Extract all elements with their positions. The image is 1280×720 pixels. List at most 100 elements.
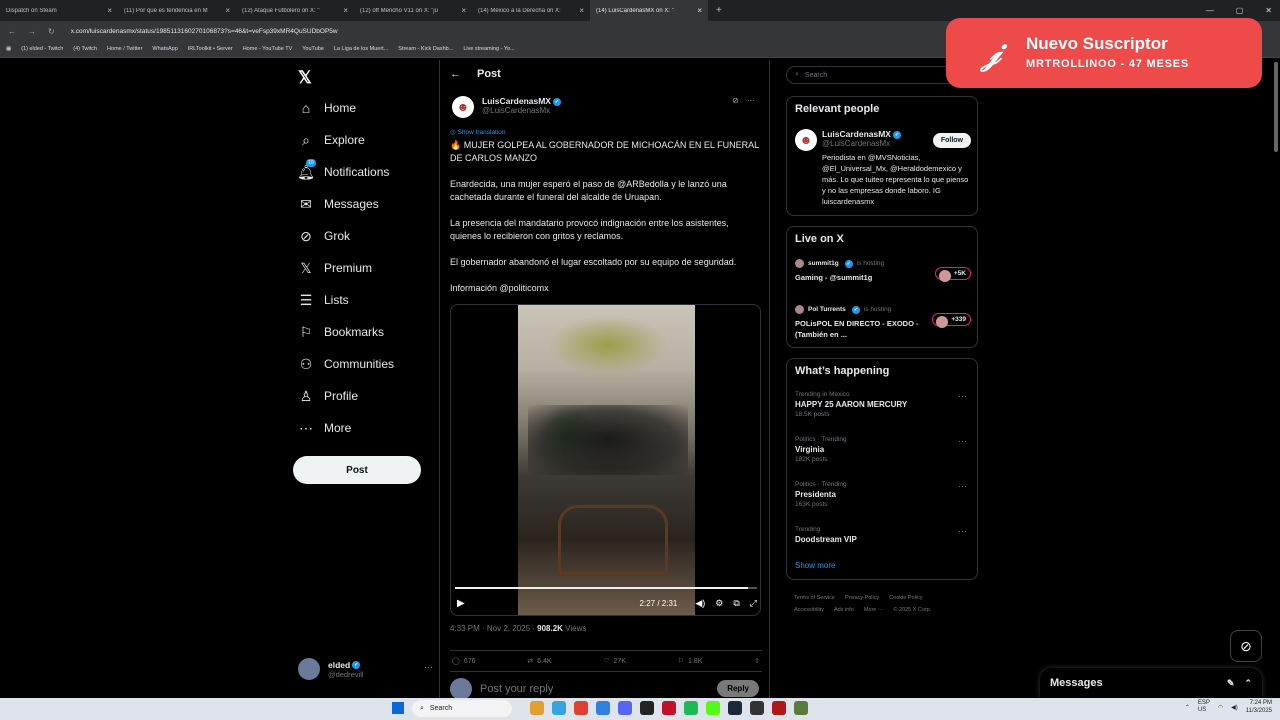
windows-start-icon[interactable]	[392, 702, 404, 714]
footer-link[interactable]: Accessibility	[794, 607, 824, 613]
reload-icon[interactable]: ↻	[48, 27, 55, 36]
bookmark[interactable]: (4) Twitch	[73, 46, 97, 52]
nav-explore[interactable]: ⌕ Explore	[298, 125, 365, 155]
settings-icon[interactable]: ⚙	[715, 598, 723, 609]
bookmark[interactable]: La Liga de los Muert...	[334, 46, 388, 52]
follow-button[interactable]: Follow	[932, 133, 971, 148]
edge-icon[interactable]	[552, 701, 566, 715]
nav-bookmarks[interactable]: ⚐ Bookmarks	[298, 317, 384, 347]
footer-link[interactable]: Ads info	[834, 607, 854, 613]
browser-tab[interactable]: (11) Por que es tendencia en M ×	[118, 0, 236, 21]
nav-more[interactable]: ⋯ More	[298, 413, 351, 443]
language-indicator[interactable]: ESP US	[1198, 700, 1210, 714]
nav-home[interactable]: ⌂ Home	[298, 93, 356, 123]
nav-grok[interactable]: ⊘ Grok	[298, 221, 350, 251]
play-icon[interactable]: ▶	[457, 598, 465, 609]
bookmark[interactable]: IRLToolkit • Server	[188, 46, 233, 52]
maximize-icon[interactable]: ▢	[1236, 6, 1244, 15]
browser-tab[interactable]: Dispatch on Steam ×	[0, 0, 118, 21]
account-switcher[interactable]: elded ✓ @dedrevill ···	[298, 658, 433, 680]
bookmark[interactable]: YouTube	[302, 46, 324, 52]
live-item[interactable]: summit1g ✓ is hosting Gaming - @summit1g +…	[795, 259, 971, 283]
wifi-icon[interactable]: ◠	[1218, 704, 1223, 711]
grok-icon[interactable]: ⊘	[1230, 630, 1262, 662]
scrollbar[interactable]	[1274, 62, 1278, 152]
app-icon[interactable]	[772, 701, 786, 715]
obs-icon[interactable]	[640, 701, 654, 715]
video-progress-bar[interactable]	[455, 587, 757, 589]
close-icon[interactable]: ×	[697, 6, 702, 15]
trend-item[interactable]: Trending in Mexico HAPPY 25 AARON MERCURY…	[795, 391, 971, 418]
x-logo-icon[interactable]: 𝕏	[298, 68, 312, 88]
browser-tab-active[interactable]: (14) LuisCardenasMX on X: " ×	[590, 0, 708, 21]
kick-icon[interactable]	[706, 701, 720, 715]
repost-action[interactable]: ⇄ 6.4K	[527, 657, 551, 666]
trend-item[interactable]: Politics · Trending Virginia 182K posts ···	[795, 436, 971, 463]
post-button[interactable]: Post	[293, 456, 421, 484]
close-icon[interactable]: ×	[343, 6, 348, 15]
app-icon[interactable]	[662, 701, 676, 715]
close-icon[interactable]: ×	[225, 6, 230, 15]
new-tab-icon[interactable]: +	[708, 5, 722, 16]
more-icon[interactable]: ···	[958, 436, 967, 446]
more-icon[interactable]: ···	[958, 391, 967, 401]
bookmark[interactable]: Home - YouTube TV	[243, 46, 293, 52]
share-action[interactable]: ⇪	[754, 657, 760, 665]
footer-link[interactable]: Terms of Service	[794, 595, 835, 601]
show-more-link[interactable]: Show more	[795, 561, 835, 570]
more-icon[interactable]: ···	[424, 662, 433, 672]
store-icon[interactable]	[596, 701, 610, 715]
chrome-icon[interactable]	[574, 701, 588, 715]
clock[interactable]: 7:24 PM 11/3/2025	[1246, 699, 1272, 715]
more-icon[interactable]: ···	[958, 526, 967, 536]
volume-icon[interactable]: ◀)	[695, 598, 705, 609]
browser-tab[interactable]: (12) off Mencho V11 on X: "ju ×	[354, 0, 472, 21]
chevron-up-icon[interactable]: ⌃	[1185, 704, 1190, 711]
messages-dock[interactable]: Messages ✎ ⌃	[1040, 668, 1262, 698]
video-player[interactable]: ▶ 2:27 / 2:31 ◀) ⚙ ⧉ ⤢	[450, 304, 761, 616]
live-item[interactable]: Pol Turrents ✓ is hosting POLisPOL EN DIRE…	[795, 305, 971, 340]
chevron-up-icon[interactable]: ⌃	[1244, 678, 1252, 689]
like-action[interactable]: ♡ 27K	[603, 657, 626, 666]
browser-tab[interactable]: (14) México a la Derecha on X: ×	[472, 0, 590, 21]
bookmark[interactable]: WhatsApp	[152, 46, 177, 52]
minimize-icon[interactable]: —	[1206, 6, 1214, 15]
nav-premium[interactable]: 𝕏 Premium	[298, 253, 372, 283]
grok-icon[interactable]: ⊘	[732, 96, 739, 105]
trend-item[interactable]: Trending Doodstream VIP ···	[795, 526, 971, 544]
footer-link[interactable]: More ···	[864, 607, 884, 613]
close-icon[interactable]: ×	[461, 6, 466, 15]
footer-link[interactable]: Cookie Policy	[889, 595, 922, 601]
pip-icon[interactable]: ⧉	[733, 598, 739, 609]
taskbar-search[interactable]: ⌕ Search	[412, 700, 512, 717]
file-explorer-icon[interactable]	[530, 701, 544, 715]
apps-icon[interactable]: ▦	[6, 46, 11, 52]
browser-tab[interactable]: (12) Ataque Futbolero on X: " ×	[236, 0, 354, 21]
nav-lists[interactable]: ☰ Lists	[298, 285, 349, 315]
reply-input[interactable]: Post your reply	[480, 683, 553, 695]
bookmark[interactable]: Stream - Kick Dashb...	[398, 46, 453, 52]
nav-messages[interactable]: ✉ Messages	[298, 189, 379, 219]
fullscreen-icon[interactable]: ⤢	[750, 598, 757, 609]
nav-notifications[interactable]: 🔔︎ 10 Notifications	[297, 157, 389, 187]
nav-profile[interactable]: ♙ Profile	[298, 381, 358, 411]
close-window-icon[interactable]: ✕	[1265, 6, 1272, 15]
reply-button[interactable]: Reply	[717, 680, 759, 697]
app-icon[interactable]	[794, 701, 808, 715]
more-icon[interactable]: ···	[958, 481, 967, 491]
bookmark[interactable]: Home / Twitter	[107, 46, 142, 52]
close-icon[interactable]: ×	[579, 6, 584, 15]
show-translation-link[interactable]: ◎ Show translation	[450, 128, 506, 136]
close-icon[interactable]: ×	[107, 6, 112, 15]
steam-icon[interactable]	[728, 701, 742, 715]
nav-communities[interactable]: ⚇ Communities	[298, 349, 394, 379]
bookmark-action[interactable]: ⚐ 1.8K	[678, 657, 703, 666]
compose-icon[interactable]: ✎	[1227, 678, 1235, 689]
reply-composer[interactable]: Post your reply	[450, 678, 553, 700]
trend-item[interactable]: Politics · Trending Presidenta 163K posts ·…	[795, 481, 971, 508]
url-field[interactable]: x.com/luiscardenasmx/status/198511316027…	[71, 28, 338, 35]
footer-link[interactable]: Privacy Policy	[845, 595, 879, 601]
more-icon[interactable]: ···	[747, 96, 755, 105]
post-author[interactable]: ☻ LuisCardenasMX ✓ @LuisCardenasMx	[452, 96, 561, 118]
bookmark[interactable]: Live streaming - Yo...	[463, 46, 514, 52]
